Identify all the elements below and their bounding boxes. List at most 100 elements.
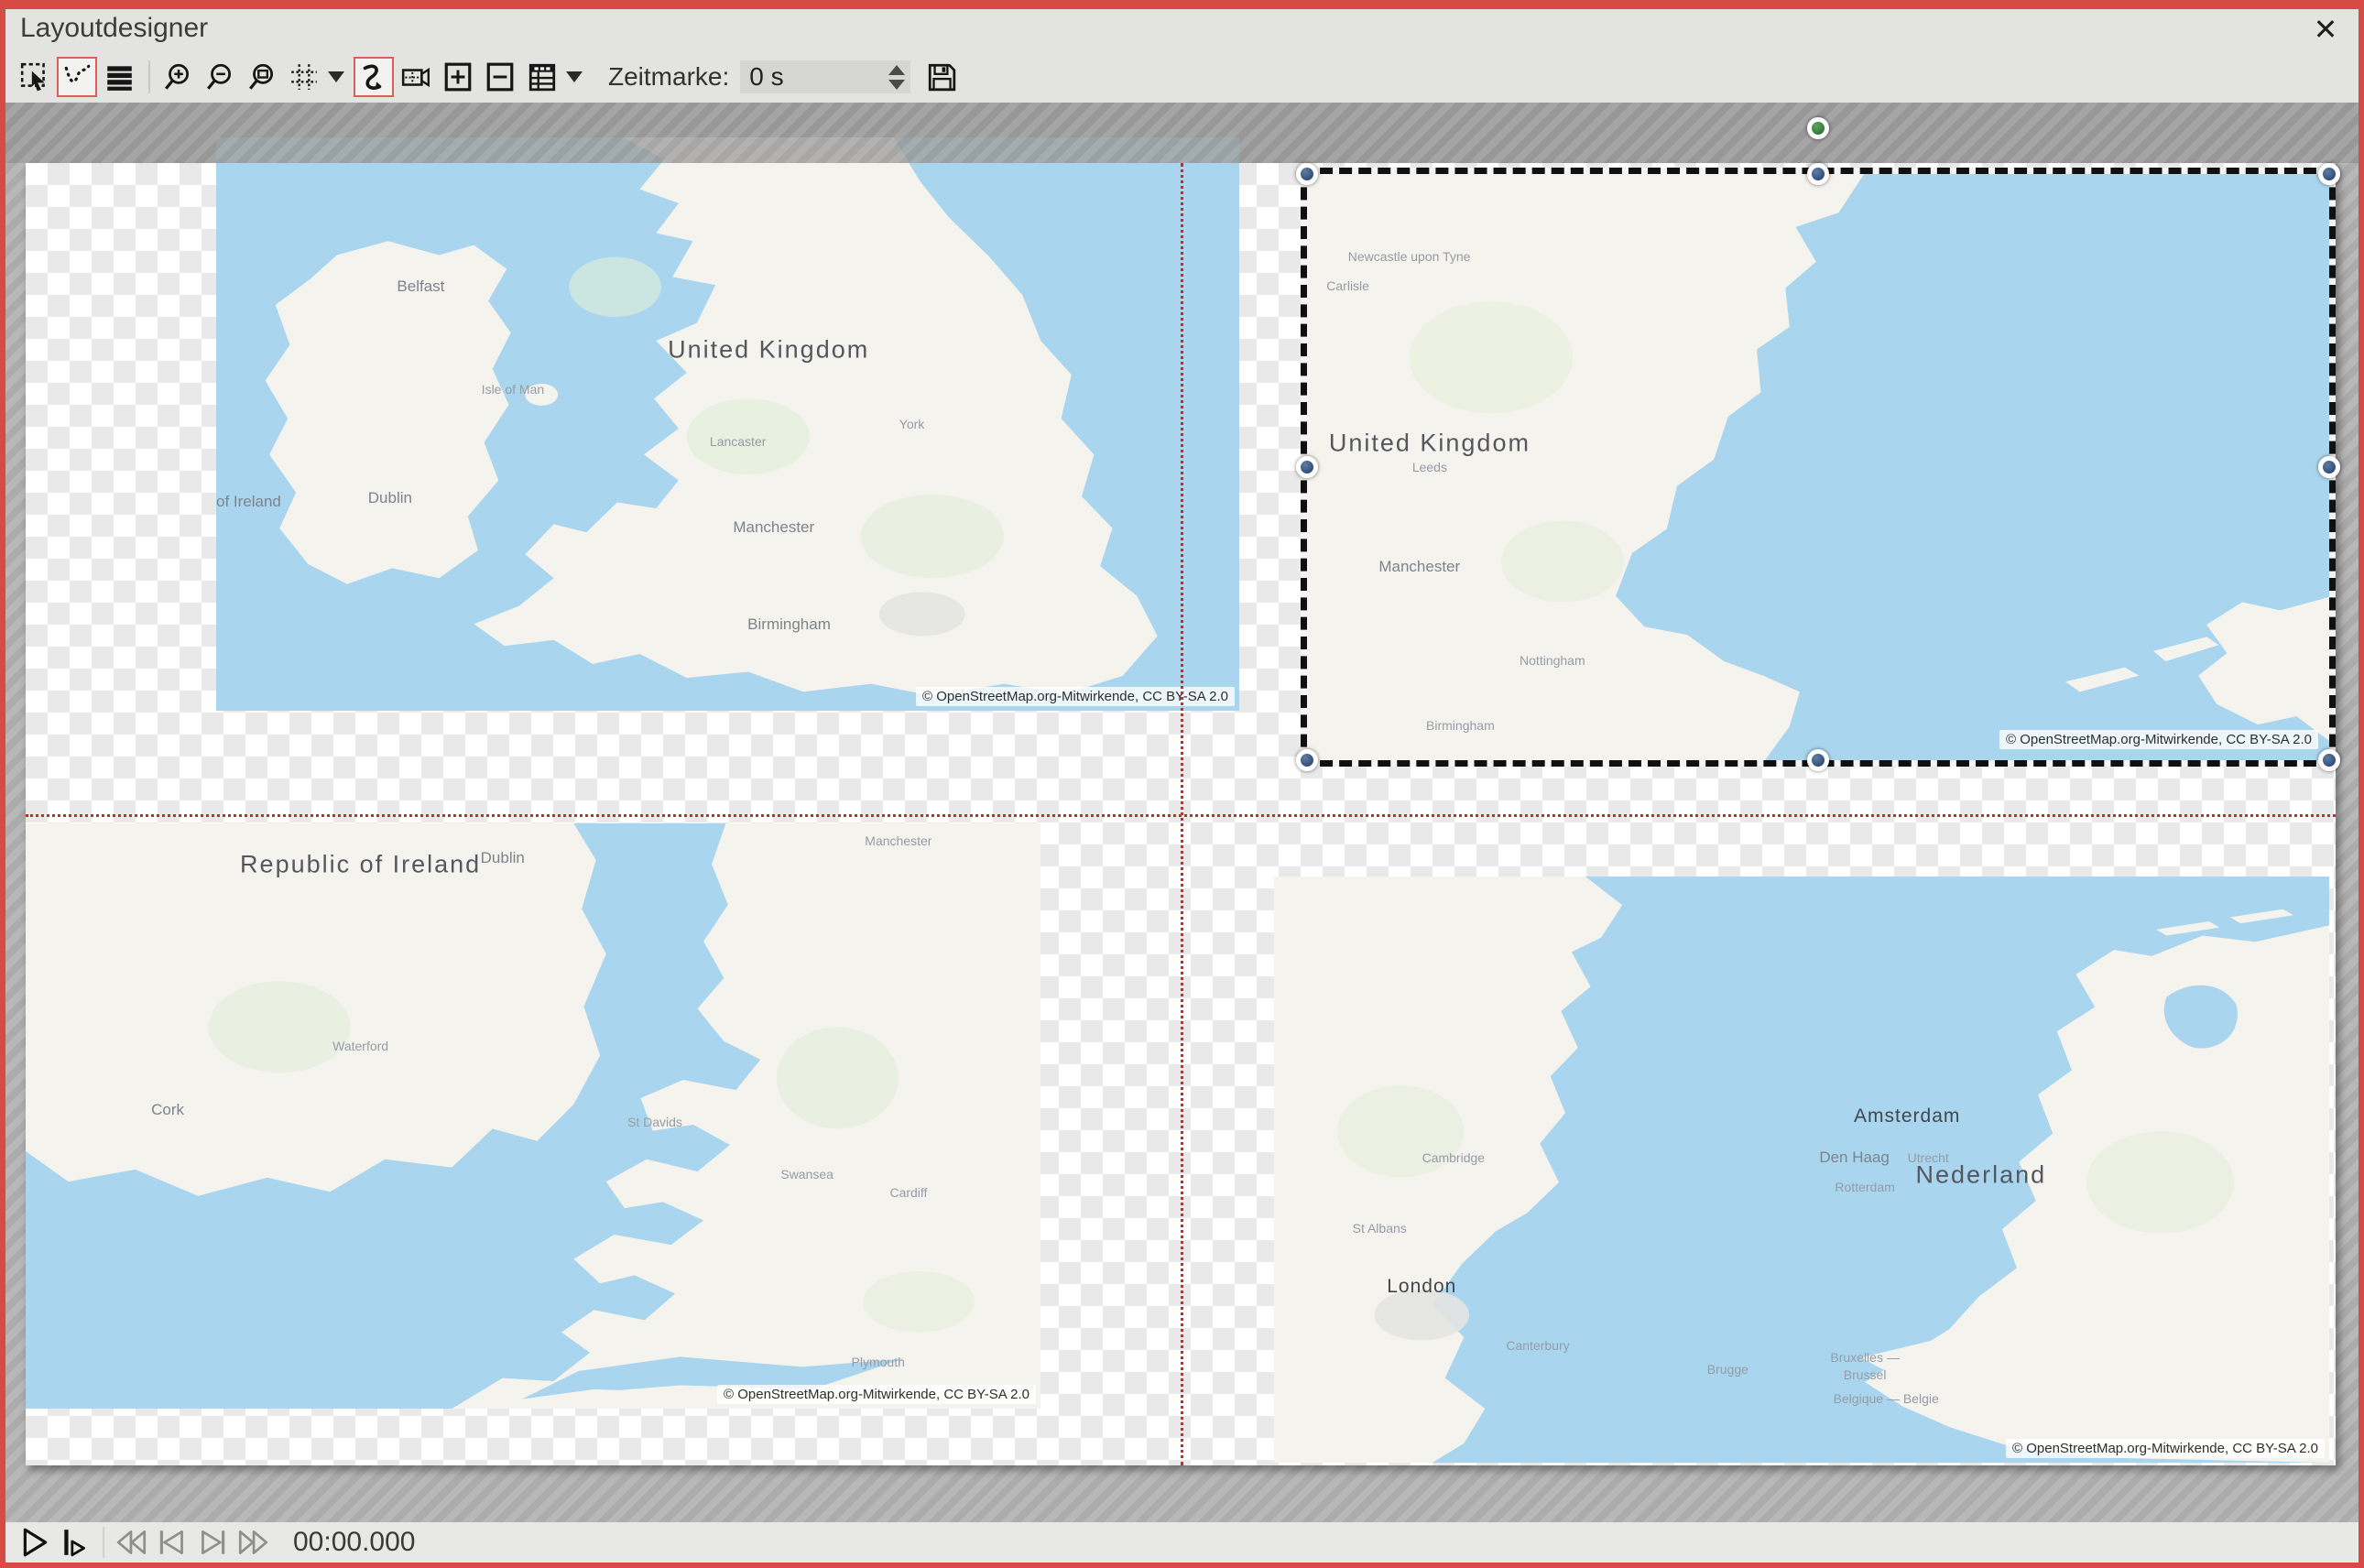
map-label: Bruxelles — xyxy=(1830,1350,1899,1365)
properties-table-icon xyxy=(527,61,558,93)
titlebar: Layoutdesigner ✕ xyxy=(5,9,2359,51)
select-tool-button[interactable] xyxy=(15,57,55,97)
zeitmarke-spinner[interactable] xyxy=(887,60,910,93)
resize-handle-bottom-center[interactable] xyxy=(1807,749,1829,771)
map-label: Republic of Ireland xyxy=(216,493,281,511)
map-label: Republic of Ireland xyxy=(240,850,481,878)
map-label: Amsterdam xyxy=(1854,1105,1960,1127)
map-element-ireland-wales[interactable]: Republic of IrelandDublin Manchester Cork W… xyxy=(26,823,1040,1409)
remove-element-button[interactable] xyxy=(480,57,520,97)
map-attribution: © OpenStreetMap.org-Mitwirkende, CC BY-S… xyxy=(916,687,1235,706)
horizontal-center-guide xyxy=(26,814,2336,817)
properties-dropdown-caret[interactable] xyxy=(566,71,583,82)
play-icon xyxy=(19,1527,50,1558)
close-button[interactable]: ✕ xyxy=(2307,11,2344,48)
save-layout-button[interactable] xyxy=(921,57,962,97)
zeitmarke-label: Zeitmarke: xyxy=(608,62,729,92)
zoom-fit-icon xyxy=(246,61,278,93)
step-forward-button[interactable] xyxy=(192,1524,233,1561)
map-label: Isle of Man xyxy=(482,382,544,397)
add-element-button[interactable] xyxy=(438,57,478,97)
rewind-button[interactable] xyxy=(112,1524,152,1561)
map-label: Nederland xyxy=(1916,1161,2047,1190)
zeitmarke-input[interactable] xyxy=(740,60,887,93)
zoom-fit-button[interactable] xyxy=(242,57,282,97)
save-floppy-icon xyxy=(926,61,957,93)
map-label: St Davids xyxy=(627,1115,682,1129)
zoom-out-icon xyxy=(204,61,235,93)
map-element-uk-ireland[interactable]: United KingdomBelfastDublinIsle of ManMa… xyxy=(216,137,1239,711)
map-label: Cork xyxy=(151,1101,184,1119)
select-arrow-icon xyxy=(19,61,50,93)
map-label: Dublin xyxy=(481,849,525,867)
play-from-marker-button[interactable] xyxy=(55,1524,95,1561)
map-label: Canterbury xyxy=(1506,1338,1569,1353)
timecode-display: 00:00.000 xyxy=(293,1527,415,1558)
zoom-in-icon xyxy=(162,61,193,93)
rewind-icon xyxy=(114,1527,149,1558)
spinner-down-icon[interactable] xyxy=(888,80,905,90)
out-of-page-hatch xyxy=(5,103,2359,163)
resize-handle-bottom-right[interactable] xyxy=(2318,749,2340,771)
map-label: Brussel xyxy=(1844,1367,1887,1382)
grid-dropdown-caret[interactable] xyxy=(328,71,344,82)
grid-tool-button[interactable] xyxy=(284,57,324,97)
step-back-button[interactable] xyxy=(152,1524,192,1561)
map-labels: United KingdomBelfastDublinIsle of ManMa… xyxy=(216,137,1239,711)
map-label: Dublin xyxy=(368,489,412,507)
map-label: Brugge xyxy=(1707,1362,1748,1377)
zoom-out-button[interactable] xyxy=(200,57,240,97)
layers-tool-button[interactable] xyxy=(99,57,139,97)
map-label: London xyxy=(1387,1276,1456,1298)
resize-handle-bottom-left[interactable] xyxy=(1296,749,1318,771)
map-attribution: © OpenStreetMap.org-Mitwirkende, CC BY-S… xyxy=(717,1385,1036,1404)
resize-handle-middle-left[interactable] xyxy=(1296,456,1318,478)
layoutdesigner-window: Layoutdesigner ✕ xyxy=(0,0,2364,1568)
path-tool-button[interactable] xyxy=(354,57,394,97)
resize-handle-top-right[interactable] xyxy=(2318,163,2340,185)
playbar-separator xyxy=(103,1527,104,1558)
camera-viewport-icon xyxy=(400,61,431,93)
map-label: Cardiff xyxy=(889,1185,927,1200)
stacked-bars-icon xyxy=(103,61,135,93)
map-label: Den Haag xyxy=(1819,1149,1890,1167)
step-forward-icon xyxy=(195,1527,230,1558)
map-label: Waterford xyxy=(332,1039,388,1053)
fast-forward-icon xyxy=(235,1527,270,1558)
map-label: Swansea xyxy=(780,1167,833,1181)
layout-canvas[interactable]: United Kingdom Belfast Dublin Isle of Man Ma… xyxy=(5,103,2359,1522)
map-label: Cambridge xyxy=(1422,1150,1485,1165)
element-properties-button[interactable] xyxy=(522,57,562,97)
map-label: United Kingdom xyxy=(668,335,869,364)
playback-bar: 00:00.000 xyxy=(5,1522,2359,1563)
camera-view-button[interactable] xyxy=(396,57,436,97)
map-labels: Republic of IrelandDublin Manchester Cork W… xyxy=(26,823,1040,1409)
toolbar: Zeitmarke: xyxy=(5,51,2359,103)
resize-handle-top-center[interactable] xyxy=(1807,163,1829,185)
node-select-tool-button[interactable] xyxy=(57,57,97,97)
selection-frame[interactable] xyxy=(1307,174,2329,760)
map-label: Rotterdam xyxy=(1835,1180,1894,1194)
minus-box-icon xyxy=(485,61,516,93)
resize-handle-middle-right[interactable] xyxy=(2318,456,2340,478)
map-label: Manchester xyxy=(865,833,931,848)
map-label: Lancaster xyxy=(710,434,766,449)
window-title: Layoutdesigner xyxy=(20,13,208,44)
zoom-in-button[interactable] xyxy=(158,57,198,97)
selection-dashed-border[interactable] xyxy=(1301,168,2336,767)
rotation-handle[interactable] xyxy=(1807,117,1829,139)
play-button[interactable] xyxy=(15,1524,55,1561)
play-from-marker-icon xyxy=(60,1527,91,1558)
map-element-england-netherlands[interactable]: London St Albans Cambridge Canterbury Amster… xyxy=(1274,877,2329,1463)
plus-box-icon xyxy=(442,61,474,93)
resize-handle-top-left[interactable] xyxy=(1296,163,1318,185)
map-label: St Albans xyxy=(1353,1221,1407,1236)
map-label: Birmingham xyxy=(747,615,831,634)
spinner-up-icon[interactable] xyxy=(888,65,905,75)
fast-forward-button[interactable] xyxy=(233,1524,273,1561)
map-label: Belgique — Belgie xyxy=(1834,1391,1939,1406)
toolbar-separator xyxy=(148,60,150,93)
map-labels: London St Albans Cambridge Canterbury Amster… xyxy=(1274,877,2329,1463)
map-label: Belfast xyxy=(397,278,444,296)
map-label: Plymouth xyxy=(852,1355,905,1369)
